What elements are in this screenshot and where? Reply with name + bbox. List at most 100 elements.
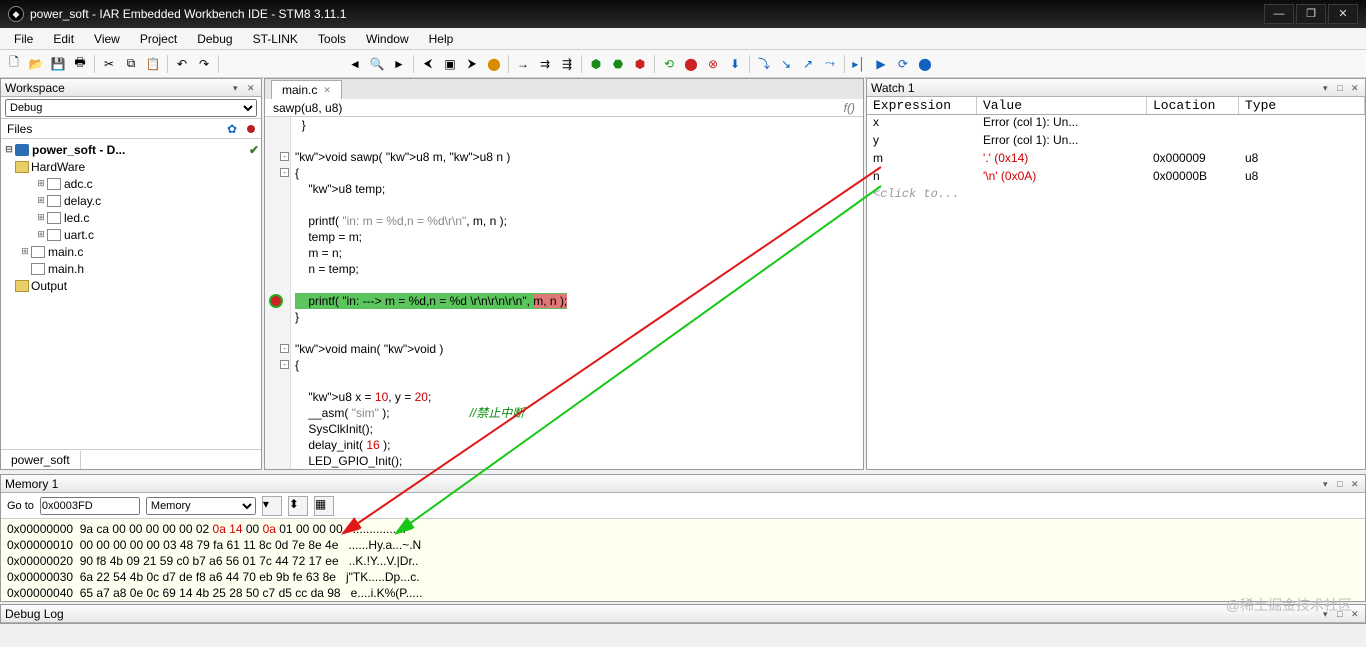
menu-view[interactable]: View bbox=[86, 30, 128, 48]
editor-tab[interactable]: main.c ✕ bbox=[271, 80, 342, 99]
maximize-button[interactable]: ❐ bbox=[1296, 4, 1326, 24]
run-to-icon[interactable]: ▸│ bbox=[849, 54, 869, 74]
find-icon[interactable]: 🔍 bbox=[367, 54, 387, 74]
watch-row[interactable]: xError (col 1): Un... bbox=[867, 115, 1365, 133]
goto-input[interactable] bbox=[40, 497, 140, 515]
new-icon[interactable]: 🗋 bbox=[4, 54, 24, 74]
tree-node[interactable]: ⊞delay.c bbox=[1, 192, 261, 209]
menu-tools[interactable]: Tools bbox=[310, 30, 354, 48]
window-title: power_soft - IAR Embedded Workbench IDE … bbox=[30, 7, 346, 21]
code-area[interactable]: ---- } "kw">void sawp( "kw">u8 m, "kw">u… bbox=[265, 117, 863, 469]
bookmark-next-icon[interactable]: ⮞ bbox=[462, 54, 482, 74]
memory-dump[interactable]: 0x00000000 9a ca 00 00 00 00 00 02 0a 14… bbox=[1, 519, 1365, 601]
mem-dropdown-icon[interactable]: ▾ bbox=[262, 496, 282, 516]
files-column: Files bbox=[7, 122, 32, 136]
app-icon: ◆ bbox=[8, 6, 24, 22]
redo-icon[interactable]: ↷ bbox=[194, 54, 214, 74]
copy-icon[interactable]: ⧉ bbox=[121, 54, 141, 74]
breadcrumb[interactable]: sawp(u8, u8) bbox=[273, 101, 342, 115]
mem-cfg1-icon[interactable]: ⬍ bbox=[288, 496, 308, 516]
tree-node[interactable]: ⊞adc.c bbox=[1, 175, 261, 192]
close-button[interactable]: ✕ bbox=[1328, 4, 1358, 24]
menu-stlink[interactable]: ST-LINK bbox=[245, 30, 306, 48]
bookmark-toggle-icon[interactable]: ▣ bbox=[440, 54, 460, 74]
run-icon[interactable]: ▶ bbox=[871, 54, 891, 74]
maximize-pane-icon[interactable]: □ bbox=[1337, 83, 1347, 93]
nav-back-icon[interactable]: ◄ bbox=[345, 54, 365, 74]
open-icon[interactable]: 📂 bbox=[26, 54, 46, 74]
step-into-icon[interactable]: ↘ bbox=[776, 54, 796, 74]
toggle-bp-icon[interactable]: ⬤ bbox=[915, 54, 935, 74]
file-tree[interactable]: ⊟power_soft - D... ✔ ⊟HardWare⊞adc.c⊞del… bbox=[1, 139, 261, 449]
menu-project[interactable]: Project bbox=[132, 30, 185, 48]
tree-node[interactable]: ⊞led.c bbox=[1, 209, 261, 226]
make-icon[interactable]: ⬣ bbox=[608, 54, 628, 74]
maximize-pane-icon[interactable]: □ bbox=[1337, 479, 1347, 489]
break-icon[interactable]: ⬤ bbox=[681, 54, 701, 74]
menu-window[interactable]: Window bbox=[358, 30, 417, 48]
watch-row[interactable]: yError (col 1): Un... bbox=[867, 133, 1365, 151]
watermark: @稀土掘金技术社区 bbox=[1226, 595, 1352, 615]
close-pane-icon[interactable]: ✕ bbox=[247, 83, 257, 93]
gear-icon[interactable]: ✿ bbox=[227, 122, 237, 136]
step-out-icon[interactable]: ↗ bbox=[798, 54, 818, 74]
save-icon[interactable]: 💾 bbox=[48, 54, 68, 74]
close-pane-icon[interactable]: ✕ bbox=[1351, 609, 1361, 619]
debug-log-panel: Debug Log ▾□✕ bbox=[0, 604, 1366, 624]
fold-icon[interactable]: - bbox=[280, 152, 289, 161]
mem-cfg2-icon[interactable]: ▦ bbox=[314, 496, 334, 516]
paste-icon[interactable]: 📋 bbox=[143, 54, 163, 74]
stop-icon[interactable]: ⊗ bbox=[703, 54, 723, 74]
watch-headers: Expression Value Location Type bbox=[867, 97, 1365, 115]
fold-icon[interactable]: - bbox=[280, 360, 289, 369]
watch-row[interactable]: n'\n' (0x0A)0x00000Bu8 bbox=[867, 169, 1365, 187]
menu-file[interactable]: File bbox=[6, 30, 41, 48]
fold-icon[interactable]: - bbox=[280, 344, 289, 353]
menu-help[interactable]: Help bbox=[421, 30, 462, 48]
bookmark-prev-icon[interactable]: ⮜ bbox=[418, 54, 438, 74]
reset-icon[interactable]: ⟳ bbox=[893, 54, 913, 74]
step-next-icon[interactable]: ⤳ bbox=[820, 54, 840, 74]
cut-icon[interactable]: ✂ bbox=[99, 54, 119, 74]
saveall-icon[interactable]: 🖶 bbox=[70, 54, 90, 74]
editor-tab-label: main.c bbox=[282, 83, 317, 97]
fold-icon[interactable]: - bbox=[280, 168, 289, 177]
close-pane-icon[interactable]: ✕ bbox=[1351, 479, 1361, 489]
nav-fwd-icon[interactable]: ► bbox=[389, 54, 409, 74]
menu-debug[interactable]: Debug bbox=[189, 30, 240, 48]
config-select[interactable]: Debug bbox=[5, 99, 257, 117]
pin-icon[interactable]: ▾ bbox=[1323, 83, 1333, 93]
fx-icon[interactable]: f() bbox=[844, 101, 855, 115]
breakpoint-icon[interactable] bbox=[269, 294, 283, 308]
tree-node[interactable]: main.h bbox=[1, 260, 261, 277]
debuglog-title: Debug Log bbox=[5, 607, 64, 621]
tree-node[interactable]: ⊞main.c bbox=[1, 243, 261, 260]
menu-bar: File Edit View Project Debug ST-LINK Too… bbox=[0, 28, 1366, 50]
restart-icon[interactable]: ⟲ bbox=[659, 54, 679, 74]
close-pane-icon[interactable]: ✕ bbox=[1351, 83, 1361, 93]
step-over-icon[interactable]: ⤵ bbox=[754, 54, 774, 74]
bookmark-icon[interactable]: ⬤ bbox=[484, 54, 504, 74]
compile-icon[interactable]: ⬢ bbox=[586, 54, 606, 74]
watch-title: Watch 1 bbox=[871, 81, 915, 95]
undo-icon[interactable]: ↶ bbox=[172, 54, 192, 74]
workspace-title: Workspace bbox=[5, 81, 65, 95]
nav2-icon[interactable]: ⇶ bbox=[557, 54, 577, 74]
download-icon[interactable]: ⬇ bbox=[725, 54, 745, 74]
memory-space-select[interactable]: Memory bbox=[146, 497, 256, 515]
workspace-tab[interactable]: power_soft bbox=[1, 451, 81, 469]
project-node[interactable]: ⊟power_soft - D... ✔ bbox=[1, 141, 261, 158]
menu-edit[interactable]: Edit bbox=[45, 30, 82, 48]
pin-icon[interactable]: ▾ bbox=[1323, 479, 1333, 489]
stop-build-icon[interactable]: ⬢ bbox=[630, 54, 650, 74]
pin-icon[interactable]: ▾ bbox=[233, 83, 243, 93]
tree-node[interactable]: ⊞uart.c bbox=[1, 226, 261, 243]
tree-node[interactable]: ⊟HardWare bbox=[1, 158, 261, 175]
nav-icon[interactable]: ⇉ bbox=[535, 54, 555, 74]
minimize-button[interactable]: — bbox=[1264, 4, 1294, 24]
watch-add-row[interactable]: <click to... bbox=[867, 187, 1365, 201]
close-tab-icon[interactable]: ✕ bbox=[323, 85, 331, 96]
watch-row[interactable]: m'.' (0x14)0x000009u8 bbox=[867, 151, 1365, 169]
goto-def-icon[interactable]: → bbox=[513, 54, 533, 74]
tree-node[interactable]: ⊞Output bbox=[1, 277, 261, 294]
